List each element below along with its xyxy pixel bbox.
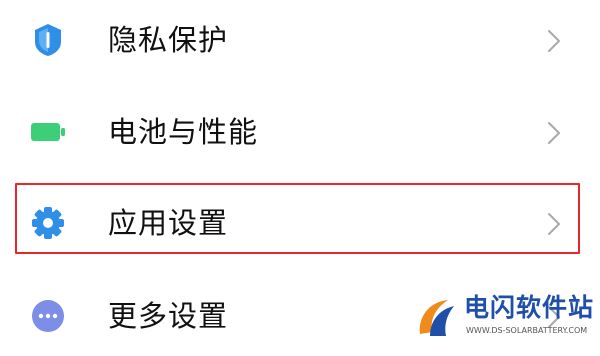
- chevron-right-icon: [546, 120, 562, 146]
- settings-item-battery[interactable]: 电池与性能: [0, 92, 600, 172]
- watermark-logo-icon: [414, 294, 460, 340]
- shield-icon: [30, 22, 66, 58]
- settings-item-privacy[interactable]: 隐私保护: [0, 0, 600, 80]
- highlight-box: [15, 183, 580, 254]
- chevron-right-icon: [546, 28, 562, 54]
- watermark-title: 电闪软件站: [464, 293, 595, 322]
- settings-item-label: 电池与性能: [108, 115, 259, 149]
- watermark-url: WWW.DS-SOLARBATTERY.COM: [466, 326, 588, 335]
- site-watermark: 电闪软件站 WWW.DS-SOLARBATTERY.COM: [410, 290, 600, 344]
- settings-item-label: 更多设置: [108, 299, 229, 333]
- settings-item-label: 隐私保护: [108, 23, 229, 57]
- more-dots-icon: [30, 298, 66, 334]
- battery-icon: [30, 114, 66, 150]
